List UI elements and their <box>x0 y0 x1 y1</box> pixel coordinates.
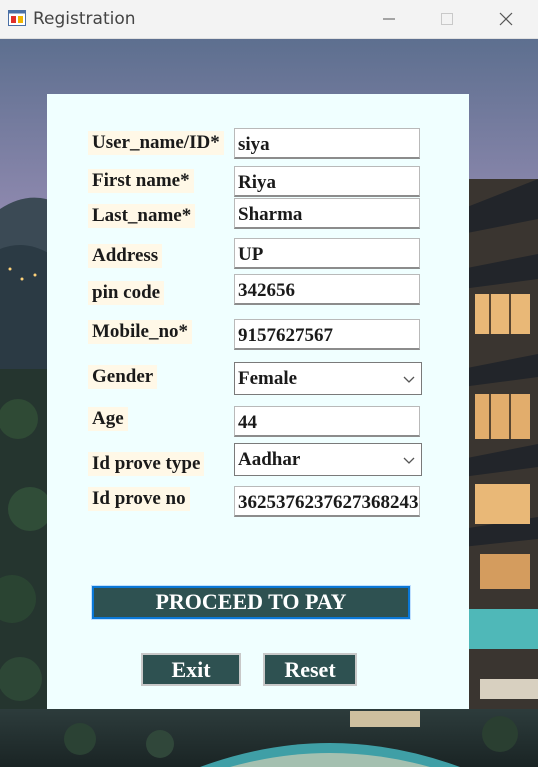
age-label: Age <box>88 407 128 431</box>
user-id-input[interactable]: siya <box>234 128 420 159</box>
id-prove-no-input[interactable]: 3625376237627368243 <box>234 486 420 517</box>
id-prove-type-label: Id prove type <box>88 452 205 476</box>
gender-label: Gender <box>88 365 158 389</box>
title-bar: Registration <box>0 0 538 39</box>
maximize-icon[interactable] <box>418 0 476 38</box>
exit-button[interactable]: Exit <box>141 653 241 686</box>
proceed-to-pay-button[interactable]: PROCEED TO PAY <box>91 585 411 620</box>
id-prove-no-label: Id prove no <box>88 487 190 511</box>
reset-button[interactable]: Reset <box>263 653 357 686</box>
age-input[interactable]: 44 <box>234 406 420 437</box>
first-name-input[interactable]: Riya <box>234 166 420 197</box>
minimize-icon[interactable] <box>360 0 418 38</box>
id-prove-type-selected-value: Aadhar <box>238 449 301 470</box>
user-id-label: User_name/ID* <box>88 131 224 155</box>
registration-window: Registration User_name/ID* siya First na… <box>0 0 538 767</box>
chevron-down-icon[interactable] <box>403 455 415 465</box>
pin-code-input[interactable]: 342656 <box>234 274 420 305</box>
last-name-label: Last_name* <box>88 204 196 228</box>
address-input[interactable]: UP <box>234 238 420 269</box>
address-label: Address <box>88 244 163 268</box>
window-title: Registration <box>33 9 136 29</box>
close-icon[interactable] <box>477 0 535 38</box>
pin-code-label: pin code <box>88 281 165 305</box>
last-name-input[interactable]: Sharma <box>234 198 420 229</box>
registration-form-panel: User_name/ID* siya First name* Riya Last… <box>47 94 469 709</box>
gender-select[interactable]: Female <box>234 362 422 395</box>
mobile-no-input[interactable]: 9157627567 <box>234 319 420 350</box>
id-prove-type-select[interactable]: Aadhar <box>234 443 422 476</box>
mobile-no-label: Mobile_no* <box>88 320 193 344</box>
chevron-down-icon[interactable] <box>403 374 415 384</box>
registration-app-icon <box>8 10 26 26</box>
first-name-label: First name* <box>88 169 194 193</box>
gender-selected-value: Female <box>238 368 298 389</box>
